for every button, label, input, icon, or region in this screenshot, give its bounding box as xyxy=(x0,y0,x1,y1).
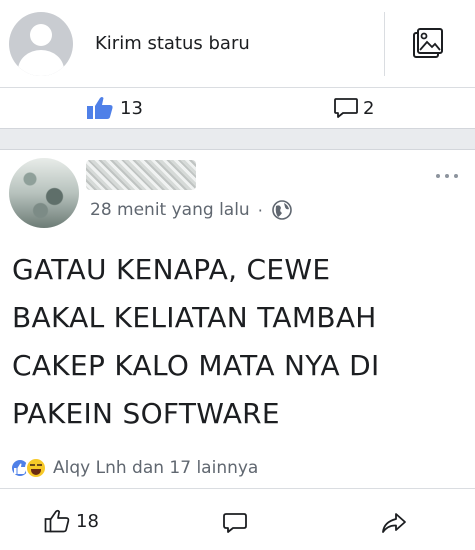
haha-mouth xyxy=(31,469,41,475)
like-count: 18 xyxy=(76,510,99,532)
like-stat[interactable]: 13 xyxy=(86,97,143,119)
comment-stat[interactable]: 2 xyxy=(333,97,374,119)
more-dot xyxy=(454,174,458,178)
photo-icon[interactable] xyxy=(410,28,444,62)
comment-count: 2 xyxy=(363,97,375,119)
post-meta: 28 menit yang lalu · xyxy=(90,198,293,222)
like-count: 13 xyxy=(120,97,143,119)
post-actions: 18 xyxy=(0,488,475,550)
composer-divider xyxy=(384,12,385,76)
more-dot xyxy=(445,174,449,178)
comment-icon xyxy=(334,98,358,118)
post-text: GATAU KENAPA, CEWE BAKAL KELIATAN TAMBAH… xyxy=(12,246,467,438)
globe-icon xyxy=(272,200,292,220)
more-options-icon[interactable] xyxy=(436,174,458,178)
reactions-text: Alqy Lnh dan 17 lainnya xyxy=(53,458,259,478)
meta-separator: · xyxy=(257,200,263,220)
more-dot xyxy=(436,174,440,178)
avatar-head-shape xyxy=(30,24,52,46)
share-icon[interactable] xyxy=(381,511,407,535)
post-author-avatar[interactable] xyxy=(9,158,79,228)
avatar-body-shape xyxy=(18,50,64,76)
post-author-name-redacted[interactable] xyxy=(86,160,196,190)
like-button[interactable]: 18 xyxy=(44,509,99,533)
status-input[interactable]: Kirim status baru xyxy=(95,33,250,54)
post-timestamp[interactable]: 28 menit yang lalu xyxy=(90,200,250,220)
previous-post-stats: 13 2 xyxy=(0,88,475,128)
comment-icon[interactable] xyxy=(222,511,248,535)
like-filled-icon xyxy=(87,97,113,119)
post-text-line: PAKEIN SOFTWARE xyxy=(12,397,280,430)
post-text-line: GATAU KENAPA, CEWE xyxy=(12,253,331,286)
status-composer: Kirim status baru xyxy=(0,0,475,88)
haha-eye xyxy=(30,464,35,467)
feed-separator xyxy=(0,128,475,150)
haha-eye xyxy=(37,464,42,467)
post-text-line: CAKEP KALO MATA NYA DI xyxy=(12,349,380,382)
haha-reaction-icon xyxy=(25,457,47,479)
like-outline-icon xyxy=(44,509,70,533)
post-text-line: BAKAL KELIATAN TAMBAH xyxy=(12,301,377,334)
user-avatar[interactable] xyxy=(9,12,73,76)
reactions-summary[interactable]: Alqy Lnh dan 17 lainnya xyxy=(10,456,258,480)
